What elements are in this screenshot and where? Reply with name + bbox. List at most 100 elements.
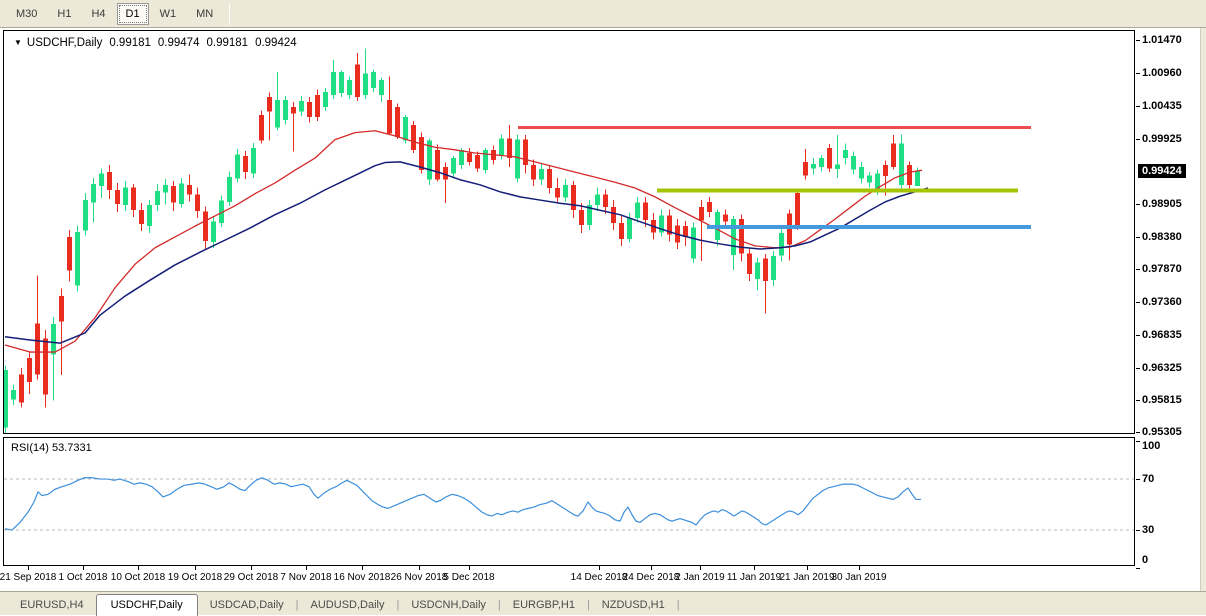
candle-body <box>843 150 848 158</box>
candle-body <box>211 222 216 242</box>
date-axis-label: 5 Dec 2018 <box>443 572 494 583</box>
date-axis-label: 2 Jan 2019 <box>675 572 725 583</box>
candle-body <box>611 207 616 223</box>
price-axis-label: 0.97870 <box>1142 263 1182 275</box>
candlestick-chart-canvas[interactable] <box>4 31 1134 433</box>
date-axis-tick <box>138 566 139 570</box>
candle-body <box>179 184 184 204</box>
date-axis-label: 19 Oct 2018 <box>168 572 222 583</box>
date-axis-tick <box>469 566 470 570</box>
candlestick-chart-panel[interactable]: ▼USDCHF,Daily0.991810.994740.991810.9942… <box>3 30 1135 434</box>
candle-body <box>531 165 536 180</box>
date-axis-label: 30 Jan 2019 <box>831 572 886 583</box>
ohlc-close-value: 0.99424 <box>255 37 297 49</box>
candle-body <box>771 256 776 280</box>
candle-body <box>507 138 512 158</box>
ohlc-low-value: 0.99181 <box>206 37 248 49</box>
candle-body <box>467 153 472 162</box>
date-axis-label: 24 Dec 2018 <box>623 572 680 583</box>
price-axis[interactable]: 1.014701.009601.004350.999250.989050.983… <box>1136 28 1200 591</box>
candle-body <box>67 237 72 271</box>
candle-body <box>411 125 416 150</box>
candle-body <box>339 72 344 93</box>
candle-body <box>827 148 832 168</box>
chart-tab-audusd[interactable]: AUDUSD,Daily <box>299 596 397 615</box>
candle-body <box>107 172 112 190</box>
date-axis-tick <box>195 566 196 570</box>
rsi-axis-label: 70 <box>1142 473 1154 485</box>
candle-body <box>163 185 168 193</box>
chart-tab-usdcnh[interactable]: USDCNH,Daily <box>399 596 498 615</box>
candle-body <box>187 185 192 195</box>
candle-body <box>523 140 528 165</box>
candle-body <box>691 227 696 258</box>
candle-body <box>811 164 816 168</box>
candle-body <box>819 158 824 167</box>
chart-tab-usdchf-active[interactable]: USDCHF,Daily <box>96 594 198 616</box>
ohlc-open-value: 0.99181 <box>109 37 151 49</box>
price-axis-label: 0.95305 <box>1142 426 1182 438</box>
rsi-indicator-panel[interactable]: RSI(14) 53.7331 <box>3 437 1135 566</box>
candle-body <box>619 223 624 239</box>
candle-body <box>899 143 904 184</box>
date-axis-tick <box>251 566 252 570</box>
price-axis-tick <box>1136 40 1140 41</box>
candle-body <box>299 101 304 112</box>
candle-body <box>291 107 296 113</box>
timeframe-button-h1[interactable]: H1 <box>48 3 80 25</box>
candle-body <box>419 137 424 170</box>
candle-body <box>275 100 280 127</box>
candle-body <box>251 148 256 173</box>
candle-body <box>99 173 104 186</box>
chart-tab-usdcad[interactable]: USDCAD,Daily <box>198 596 296 615</box>
candle-body <box>387 100 392 133</box>
chevron-down-icon: ▼ <box>14 38 22 47</box>
date-axis-tick <box>807 566 808 570</box>
candle-body <box>83 200 88 231</box>
date-axis-label: 16 Nov 2018 <box>334 572 391 583</box>
timeframe-button-h4[interactable]: H4 <box>82 3 114 25</box>
candle-body <box>11 390 16 400</box>
date-axis-label: 14 Dec 2018 <box>571 572 628 583</box>
price-axis-label: 0.96835 <box>1142 329 1182 341</box>
price-axis-label: 0.98905 <box>1142 198 1182 210</box>
candle-body <box>147 205 152 226</box>
candle-body <box>35 323 40 374</box>
date-axis[interactable]: 21 Sep 20181 Oct 201810 Oct 201819 Oct 2… <box>3 566 1136 591</box>
date-axis-tick <box>306 566 307 570</box>
chart-tab-eurusd[interactable]: EURUSD,H4 <box>8 596 96 615</box>
chart-tab-nzdusd[interactable]: NZDUSD,H1 <box>590 596 677 615</box>
timeframe-toolbar: M30 H1 H4 D1 W1 MN <box>0 0 1206 28</box>
price-axis-label: 1.00960 <box>1142 67 1182 79</box>
candle-body <box>603 194 608 207</box>
candle-body <box>123 187 128 205</box>
candle-body <box>795 193 800 226</box>
candle-body <box>851 156 856 169</box>
price-axis-tick <box>1136 139 1140 140</box>
date-axis-label: 1 Oct 2018 <box>59 572 108 583</box>
chart-tab-eurgbp[interactable]: EURGBP,H1 <box>501 596 587 615</box>
candle-body <box>763 259 768 281</box>
timeframe-button-m30[interactable]: M30 <box>7 3 46 25</box>
rsi-chart-canvas[interactable] <box>4 438 1134 565</box>
date-axis-tick <box>28 566 29 570</box>
rsi-axis-label: 100 <box>1142 440 1160 452</box>
candle-body <box>283 100 288 120</box>
timeframe-button-w1[interactable]: W1 <box>151 3 186 25</box>
candle-body <box>643 203 648 220</box>
timeframe-button-mn[interactable]: MN <box>187 3 222 25</box>
current-price-tag: 0.99424 <box>1138 164 1186 178</box>
candle-body <box>51 324 56 355</box>
date-axis-tick <box>859 566 860 570</box>
candle-body <box>627 218 632 239</box>
timeframe-button-d1[interactable]: D1 <box>117 3 149 25</box>
date-axis-tick <box>754 566 755 570</box>
chart-title: ▼USDCHF,Daily0.991810.994740.991810.9942… <box>14 37 297 49</box>
rsi-line <box>5 478 921 530</box>
candle-body <box>803 162 808 175</box>
candle-body <box>331 72 336 95</box>
date-axis-label: 21 Jan 2019 <box>779 572 834 583</box>
candle-body <box>195 194 200 211</box>
candle-body <box>499 138 504 155</box>
date-axis-tick <box>700 566 701 570</box>
